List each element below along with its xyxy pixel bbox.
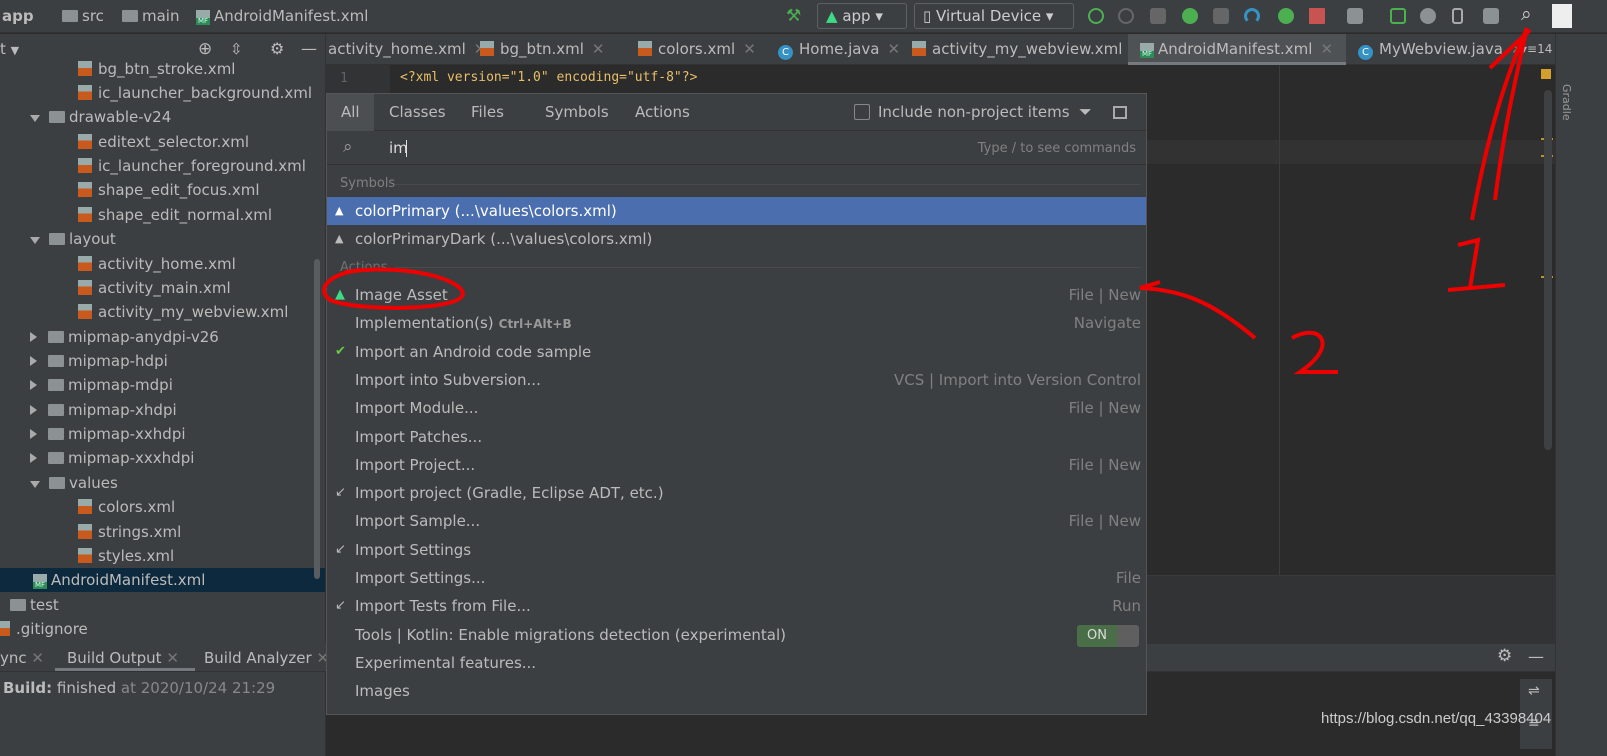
annotation-circle-2 bbox=[322, 267, 465, 310]
red-annotations: 1 2 bbox=[322, 27, 1532, 379]
annotation-number-2 bbox=[1291, 330, 1338, 374]
annotation-arrow-2 bbox=[1139, 280, 1257, 340]
annotation-number-1 bbox=[1447, 237, 1506, 292]
annotation-label-1: 1 bbox=[1452, 284, 1461, 300]
annotation-label-2: 2 bbox=[1290, 363, 1299, 379]
annotation-arrow-1 bbox=[1470, 27, 1532, 221]
